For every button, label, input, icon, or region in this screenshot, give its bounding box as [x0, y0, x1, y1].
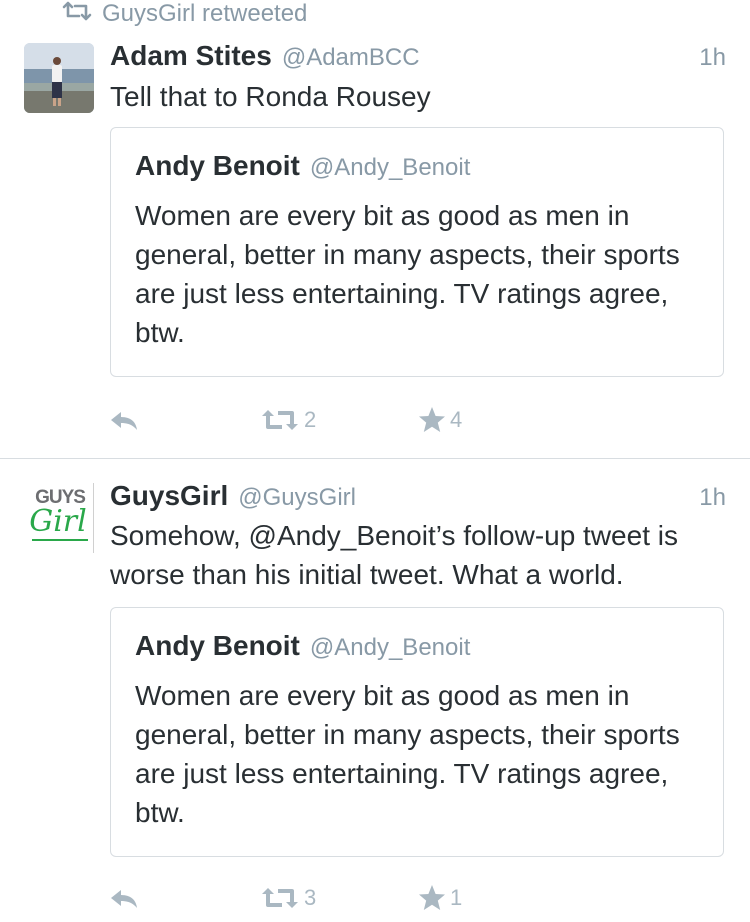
quoted-tweet-header: Andy Benoit @Andy_Benoit — [135, 630, 470, 662]
star-icon — [418, 884, 446, 912]
author-handle[interactable]: @AdamBCC — [282, 44, 420, 72]
timestamp[interactable]: 1h — [699, 484, 726, 512]
tweet-actions: 2 4 — [108, 400, 608, 440]
retweet-icon — [260, 408, 300, 432]
tweet-actions: 3 1 — [108, 878, 608, 918]
quoted-tweet-text: Women are every bit as good as men in ge… — [135, 680, 680, 828]
quoted-author-handle: @Andy_Benoit — [309, 634, 471, 661]
author-name[interactable]: GuysGirl — [110, 480, 228, 512]
logo-girl-text: Girl — [29, 504, 87, 539]
reply-icon — [108, 408, 140, 432]
quoted-author-name: Andy Benoit — [135, 150, 300, 181]
retweet-count: 2 — [304, 407, 317, 432]
star-icon — [418, 406, 446, 434]
reply-icon — [108, 886, 140, 910]
quoted-author-name: Andy Benoit — [135, 630, 300, 661]
tweet-text: Tell that to Ronda Rousey — [110, 81, 431, 112]
favorite-button[interactable]: 1 — [418, 878, 462, 918]
avatar[interactable] — [24, 43, 94, 113]
quoted-tweet[interactable]: Andy Benoit @Andy_Benoit Women are every… — [110, 607, 724, 857]
retweet-count: 3 — [304, 885, 317, 910]
retweet-icon — [62, 0, 92, 28]
retweet-context-text[interactable]: GuysGirl retweeted — [102, 0, 307, 28]
favorite-button[interactable]: 4 — [418, 400, 462, 440]
tweet[interactable]: Adam Stites @AdamBCC 1h Tell that to Ron… — [0, 40, 750, 458]
quoted-tweet-text: Women are every bit as good as men in ge… — [135, 200, 680, 348]
tweet-header: Adam Stites @AdamBCC 1h — [110, 40, 726, 72]
avatar[interactable]: GUYS Girl — [24, 483, 94, 553]
retweet-context: GuysGirl retweeted — [62, 0, 307, 28]
quoted-tweet[interactable]: Andy Benoit @Andy_Benoit Women are every… — [110, 127, 724, 377]
reply-button[interactable] — [108, 400, 140, 440]
retweet-icon — [260, 886, 300, 910]
tweet-header: GuysGirl @GuysGirl 1h — [110, 480, 726, 512]
favorite-count: 1 — [450, 885, 463, 910]
quoted-tweet-header: Andy Benoit @Andy_Benoit — [135, 150, 470, 182]
favorite-count: 4 — [450, 407, 463, 432]
author-name[interactable]: Adam Stites — [110, 40, 272, 72]
timestamp[interactable]: 1h — [699, 44, 726, 72]
retweet-button[interactable]: 2 — [260, 400, 316, 440]
author-handle[interactable]: @GuysGirl — [238, 484, 356, 512]
reply-button[interactable] — [108, 878, 140, 918]
tweet[interactable]: GUYS Girl GuysGirl @GuysGirl 1h Somehow,… — [0, 478, 750, 922]
quoted-author-handle: @Andy_Benoit — [309, 154, 471, 181]
tweet-divider — [0, 458, 750, 459]
retweet-button[interactable]: 3 — [260, 878, 316, 918]
tweet-text: Somehow, @Andy_Benoit’s follow-up tweet … — [110, 520, 678, 590]
